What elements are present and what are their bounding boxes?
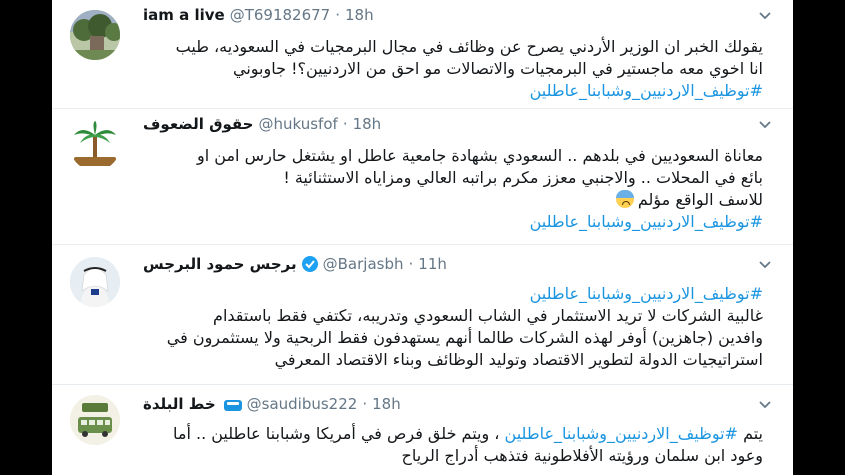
user-handle[interactable]: @T69182677 <box>230 6 331 24</box>
verified-badge-icon <box>301 256 318 272</box>
display-name[interactable]: خط البلدة <box>143 395 216 413</box>
tweet-text: #توظيف_الاردنيين_وشبابنا_عاطلين غالبية ا… <box>143 283 763 371</box>
avatar[interactable] <box>70 257 120 307</box>
separator-dot: · <box>408 255 414 273</box>
user-handle[interactable]: @Barjasbh <box>323 255 404 273</box>
hashtag-link[interactable]: #توظيف_الاردنيين_وشبابنا_عاطلين <box>143 283 763 305</box>
hashtag-link[interactable]: #توظيف_الاردنيين_وشبابنا_عاطلين <box>505 424 738 443</box>
avatar[interactable] <box>70 10 120 60</box>
text-line: وعود ابن سلمان ورؤيته الأفلاطونية فتذهب … <box>401 446 763 465</box>
bus-emoji-icon <box>223 399 242 411</box>
text-line: غالبية الشركات لا تريد الاستثمار في الشا… <box>213 306 763 325</box>
tweet-text: يقولك الخبر ان الوزير الأردني يصرح عن وظ… <box>143 36 763 102</box>
tweet-header: iam a live @T69182677 · 18h <box>143 4 374 26</box>
text-line: يقولك الخبر ان الوزير الأردني يصرح عن وظ… <box>175 37 763 56</box>
tweet-4[interactable]: خط البلدة @saudibus222 · 18h يتم #توظيف_… <box>52 385 793 475</box>
hashtag-link[interactable]: #توظيف_الاردنيين_وشبابنا_عاطلين <box>143 211 763 233</box>
avatar[interactable] <box>70 395 120 445</box>
text-line: استراتيجيات الدولة لتطوير الاقتصاد وتولي… <box>274 350 763 369</box>
separator-dot: · <box>342 115 348 133</box>
display-name[interactable]: حقوق الضعوف <box>143 115 254 133</box>
chevron-down-icon[interactable] <box>755 395 775 415</box>
tweet-2[interactable]: حقوق الضعوف @hukusfof · 18h معاناة السعو… <box>52 109 793 244</box>
tweet-3[interactable]: برجس حمود البرجس @Barjasbh · 11h #توظيف_… <box>52 245 793 380</box>
display-name[interactable]: iam a live <box>143 6 225 24</box>
chevron-down-icon[interactable] <box>755 6 775 26</box>
timestamp[interactable]: 18h <box>345 6 374 24</box>
profile-photo <box>70 257 120 307</box>
tweet-1[interactable]: iam a live @T69182677 · 18h يقولك الخبر … <box>52 0 793 118</box>
text-segment: ، ويتم خلق فرص في أمريكا وشبابنا عاطلين … <box>173 424 500 443</box>
text-line: انا اخوي معه ماجستير في البرمجيات والاتص… <box>233 59 763 78</box>
left-black-margin <box>0 0 52 475</box>
user-handle[interactable]: @saudibus222 <box>247 395 358 413</box>
text-segment: يتم <box>743 424 763 443</box>
hashtag-link[interactable]: #توظيف_الاردنيين_وشبابنا_عاطلين <box>143 80 763 102</box>
separator-dot: · <box>362 395 368 413</box>
timestamp[interactable]: 11h <box>418 255 447 273</box>
chevron-down-icon[interactable] <box>755 255 775 275</box>
timestamp[interactable]: 18h <box>372 395 401 413</box>
text-line: وافدين (جاهزين) أوفر لهذه الشركات طالما … <box>166 328 763 347</box>
tweet-feed: iam a live @T69182677 · 18h يقولك الخبر … <box>52 0 793 475</box>
right-black-margin <box>793 0 845 475</box>
bus-logo <box>70 395 120 445</box>
user-handle[interactable]: @hukusfof <box>259 115 338 133</box>
text-line-content: للاسف الواقع مؤلم <box>637 190 763 209</box>
text-line: للاسف الواقع مؤلم <box>143 189 763 211</box>
tweet-text: معاناة السعوديين في بلدهم .. السعودي بشه… <box>143 145 763 233</box>
text-line: يتم #توظيف_الاردنيين_وشبابنا_عاطلين ، وي… <box>143 423 763 445</box>
text-line: بائع في المحلات .. والاجنبي معزز مكرم بر… <box>283 168 763 187</box>
avatar[interactable] <box>70 121 120 171</box>
timestamp[interactable]: 18h <box>353 115 382 133</box>
text-line: معاناة السعوديين في بلدهم .. السعودي بشه… <box>197 146 763 165</box>
anxious-face-emoji-icon <box>615 190 634 208</box>
display-name[interactable]: برجس حمود البرجس <box>143 255 297 273</box>
chevron-down-icon[interactable] <box>755 115 775 135</box>
tweet-header: خط البلدة @saudibus222 · 18h <box>143 393 401 415</box>
tweet-header: برجس حمود البرجس @Barjasbh · 11h <box>143 253 447 275</box>
separator-dot: · <box>335 6 340 24</box>
tweet-header: حقوق الضعوف @hukusfof · 18h <box>143 113 381 135</box>
palm-logo <box>70 121 120 171</box>
avatar-photo <box>70 10 120 60</box>
tweet-text: يتم #توظيف_الاردنيين_وشبابنا_عاطلين ، وي… <box>143 423 763 467</box>
